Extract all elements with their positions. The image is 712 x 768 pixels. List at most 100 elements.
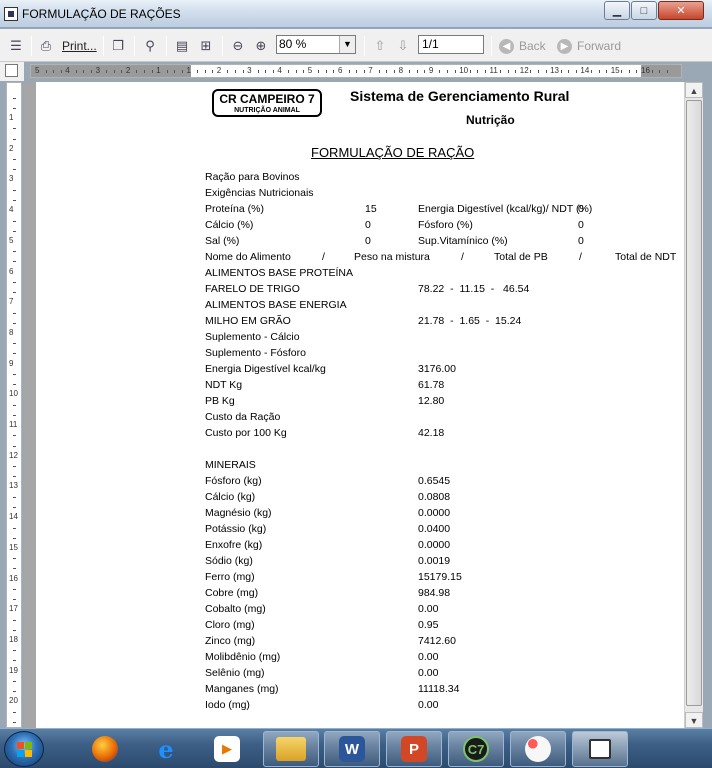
single-page-button[interactable]: ▤ [174, 36, 190, 56]
mineral-label: Cobalto (mg) [205, 603, 266, 615]
taskbar-firefox[interactable] [85, 731, 125, 767]
report-title: Sistema de Gerenciamento Rural [350, 88, 570, 104]
mineral-value: 7412.60 [418, 635, 456, 647]
taskbar-cr-campeiro[interactable]: C7 [448, 731, 504, 767]
ruler-tick [13, 281, 16, 283]
ruler-label: 3 [9, 174, 14, 184]
zoom-out-icon: ⊖ [232, 38, 244, 53]
ruler-tick [13, 496, 16, 498]
forward-button[interactable]: ▶ Forward [557, 36, 621, 56]
print-button[interactable]: ⎙ Print... [38, 36, 97, 56]
ruler-tick [13, 537, 16, 539]
ruler-tick [447, 70, 449, 73]
ruler-tick [477, 70, 479, 73]
back-label: Back [519, 39, 546, 53]
ruler-label: 14 [9, 512, 18, 522]
multi-page-button[interactable]: ⊞ [198, 36, 214, 56]
proteina-value: 15 [365, 203, 377, 215]
fosforo-label: Fósforo (%) [418, 219, 473, 231]
ruler-tick [13, 159, 16, 161]
copy-icon: ❐ [112, 38, 124, 53]
ruler-tick [13, 445, 16, 447]
calcio-label: Cálcio (%) [205, 219, 254, 231]
multi-page-icon: ⊞ [200, 38, 212, 53]
ruler-tick [257, 70, 259, 73]
scroll-down-icon[interactable]: ▼ [685, 712, 703, 728]
taskbar-word[interactable]: W [324, 731, 380, 767]
mineral-label: Iodo (mg) [205, 699, 250, 711]
word-icon: W [339, 736, 365, 762]
maximize-icon: □ [640, 4, 648, 17]
ruler-tick [386, 70, 388, 73]
ruler-tick [13, 506, 16, 508]
summary-label: Custo por 100 Kg [205, 427, 287, 439]
mineral-label: Fósforo (kg) [205, 475, 262, 487]
sal-value: 0 [365, 235, 371, 247]
report-subtitle: Nutrição [466, 113, 515, 127]
energia-label: Energia Digestível (kcal/kg)/ NDT (%) [418, 203, 593, 215]
zoom-in-button[interactable]: ⊕ [253, 36, 269, 56]
forward-label: Forward [577, 39, 622, 53]
ruler-tick [439, 70, 441, 73]
summary-label: NDT Kg [205, 379, 243, 391]
ruler-label: 12 [9, 450, 18, 460]
cr-campeiro-icon: C7 [463, 736, 489, 762]
ruler-tick [469, 70, 471, 73]
ruler-tick [13, 353, 16, 355]
mineral-label: Zinco (mg) [205, 635, 256, 647]
zoom-in-icon: ⊕ [255, 38, 267, 53]
minimize-button[interactable]: ▁ [604, 1, 630, 20]
ruler-tick [621, 70, 623, 73]
ruler-tick [295, 70, 297, 73]
copy-button[interactable]: ❐ [110, 36, 126, 56]
taskbar-windows-explorer[interactable] [263, 731, 319, 767]
ruler-tick [606, 70, 608, 73]
taskbar-powerpoint[interactable]: P [386, 731, 442, 767]
mineral-label: Ferro (mg) [205, 571, 255, 583]
ruler-tick [272, 70, 274, 73]
ruler-tick [13, 138, 16, 140]
next-page-button[interactable]: ⇩ [395, 36, 411, 56]
ruler-tick [598, 70, 600, 73]
ruler-tick [53, 70, 55, 73]
close-button[interactable]: ✕ [658, 1, 704, 20]
ruler-label: 13 [550, 66, 559, 75]
ruler-label: 11 [489, 66, 498, 75]
start-button[interactable] [4, 731, 44, 767]
page-number-input[interactable]: 1/1 [418, 35, 484, 54]
vertical-scrollbar[interactable]: ▲ ▼ [684, 82, 703, 728]
scroll-thumb[interactable] [686, 100, 702, 706]
horizontal-ruler: 5 4 3 2 1 1 2 3 4 5 6 7 8 9 10 11 12 13 14 15 16 [30, 64, 682, 78]
zoom-out-button[interactable]: ⊖ [230, 36, 246, 56]
zoom-select[interactable]: 80 % ▼ [276, 35, 356, 54]
suplemento-calcio-label: Suplemento - Cálcio [205, 331, 300, 343]
ruler-tick [227, 70, 229, 73]
previous-page-button[interactable]: ⇧ [372, 36, 388, 56]
toggle-tree-button[interactable]: ☰ [8, 36, 24, 56]
ruler-tick [13, 128, 16, 130]
ruler-tick [13, 435, 16, 437]
back-button[interactable]: ◀ Back [499, 36, 546, 56]
ruler-tick [325, 70, 327, 73]
ruler-tick [287, 70, 289, 73]
taskbar-media-player[interactable]: ▶ [207, 731, 247, 767]
taskbar-report-window[interactable] [572, 731, 628, 767]
taskbar-paint[interactable] [510, 731, 566, 767]
scroll-up-icon[interactable]: ▲ [685, 82, 703, 98]
ruler-tick [356, 70, 358, 73]
ruler-label: 5 [9, 235, 14, 245]
maximize-button[interactable]: □ [631, 1, 657, 20]
ruler-tick [13, 169, 16, 171]
ruler-tick [13, 230, 16, 232]
racao-label: Ração para Bovinos [205, 171, 300, 183]
ruler-tick [13, 476, 16, 478]
taskbar-internet-explorer[interactable]: e [146, 731, 186, 767]
mineral-value: 0.0000 [418, 507, 451, 519]
ruler-label: 5 [35, 66, 40, 75]
chevron-down-icon: ▼ [339, 36, 355, 53]
ruler-tick [530, 70, 532, 73]
column-ndt: Total de NDT [615, 251, 677, 263]
vertical-ruler: 123456789101112131415161718192021 [6, 82, 22, 728]
ruler-tick [13, 220, 16, 222]
find-button[interactable]: ⚲ [142, 36, 158, 56]
